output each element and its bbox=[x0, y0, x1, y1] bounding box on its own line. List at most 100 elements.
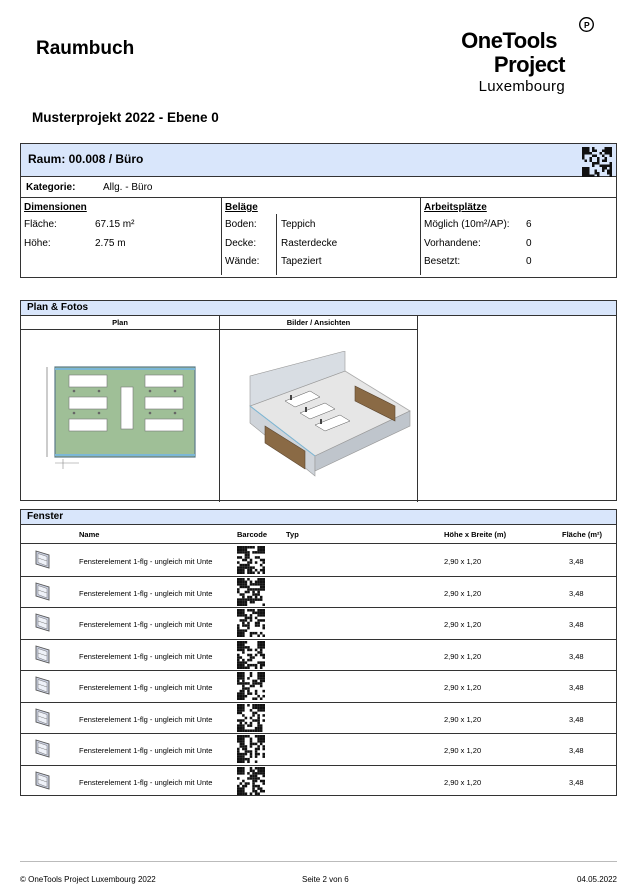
col-barcode: Barcode bbox=[237, 530, 268, 539]
arbeitsplaetze-heading: Arbeitsplätze bbox=[424, 202, 487, 213]
hoehe-value: 2.75 m bbox=[95, 238, 126, 249]
hoehe-label: Höhe: bbox=[24, 238, 51, 249]
fenster-table-body: Fensterelement 1-flg - ungleich mit Unte… bbox=[21, 544, 616, 796]
window-name: Fensterelement 1-flg - ungleich mit Unte bbox=[79, 620, 213, 629]
window-name: Fensterelement 1-flg - ungleich mit Unte bbox=[79, 588, 213, 598]
window-barcode-icon bbox=[237, 703, 265, 732]
col-flaeche: Fläche (m²) bbox=[562, 530, 603, 539]
table-row: Fensterelement 1-flg - ungleich mit Unte… bbox=[21, 639, 616, 671]
room-details: Dimensionen Fläche: 67.15 m² Höhe: 2.75 … bbox=[21, 198, 616, 275]
window-element-icon bbox=[35, 550, 50, 569]
belaege-column: Beläge Boden: Teppich Decke: Rasterdecke… bbox=[222, 198, 420, 275]
window-element-icon bbox=[35, 644, 50, 664]
boden-value: Teppich bbox=[281, 219, 316, 230]
window-barcode-icon bbox=[237, 640, 265, 669]
window-hoehe-breite: 2,90 x 1,20 bbox=[444, 557, 482, 566]
plan-fotos-panel: Plan & Fotos Plan Bilder / Ansichten bbox=[20, 300, 617, 502]
col-hoehe-breite: Höhe x Breite (m) bbox=[444, 530, 507, 539]
window-barcode-icon bbox=[237, 577, 265, 606]
room-3d-view-image bbox=[249, 351, 411, 477]
decke-value: Rasterdecke bbox=[281, 238, 338, 249]
moeglich-label: Möglich (10m²/AP): bbox=[424, 219, 510, 230]
window-hoehe-breite: 2,90 x 1,20 bbox=[444, 777, 482, 787]
window-element-icon bbox=[35, 613, 50, 632]
dimensionen-column: Dimensionen Fläche: 67.15 m² Höhe: 2.75 … bbox=[21, 198, 220, 275]
window-barcode-icon bbox=[237, 672, 265, 700]
flaeche-label: Fläche: bbox=[24, 219, 57, 230]
logo-line3: Luxembourg bbox=[478, 78, 565, 95]
window-flaeche: 3,48 bbox=[569, 714, 584, 724]
page-title: Raumbuch bbox=[36, 38, 135, 59]
room-panel: Raum: 00.008 / Büro Kategorie: Allg. - B… bbox=[20, 143, 617, 278]
kategorie-label: Kategorie: bbox=[26, 182, 76, 193]
window-element-icon bbox=[35, 770, 50, 790]
window-hoehe-breite: 2,90 x 1,20 bbox=[444, 651, 482, 661]
kategorie-value: Allg. - Büro bbox=[103, 182, 153, 193]
window-flaeche: 3,48 bbox=[569, 588, 584, 598]
footer-date: 04.05.2022 bbox=[576, 875, 617, 884]
window-name: Fensterelement 1-flg - ungleich mit Unte bbox=[79, 777, 213, 787]
floor-plan-image bbox=[46, 366, 196, 469]
window-hoehe-breite: 2,90 x 1,20 bbox=[444, 588, 482, 598]
logo-line1: OneTools bbox=[461, 28, 557, 53]
footer-copyright: © OneTools Project Luxembourg 2022 bbox=[20, 875, 156, 884]
table-row: Fensterelement 1-flg - ungleich mit Unte… bbox=[21, 576, 616, 608]
besetzt-value: 0 bbox=[526, 256, 532, 267]
plan-fotos-heading: Plan & Fotos bbox=[21, 301, 616, 316]
window-name: Fensterelement 1-flg - ungleich mit Unte bbox=[79, 746, 213, 755]
table-row: Fensterelement 1-flg - ungleich mit Unte… bbox=[21, 670, 616, 703]
waende-value: Tapeziert bbox=[281, 256, 322, 267]
window-name: Fensterelement 1-flg - ungleich mit Unte bbox=[79, 651, 213, 661]
moeglich-value: 6 bbox=[526, 219, 532, 230]
company-logo: P OneTools Project Luxembourg bbox=[445, 14, 595, 104]
fenster-table-header: Name Barcode Typ Höhe x Breite (m) Fläch… bbox=[21, 526, 616, 544]
col-typ: Typ bbox=[286, 530, 299, 539]
footer-page-number: Seite 2 von 6 bbox=[302, 875, 349, 884]
besetzt-label: Besetzt: bbox=[424, 256, 461, 267]
window-name: Fensterelement 1-flg - ungleich mit Unte bbox=[79, 557, 213, 566]
window-flaeche: 3,48 bbox=[569, 651, 584, 661]
window-flaeche: 3,48 bbox=[569, 620, 584, 629]
window-hoehe-breite: 2,90 x 1,20 bbox=[444, 620, 482, 629]
fenster-heading: Fenster bbox=[21, 510, 616, 525]
kategorie-row: Kategorie: Allg. - Büro bbox=[21, 177, 616, 198]
table-row: Fensterelement 1-flg - ungleich mit Unte… bbox=[21, 733, 616, 766]
window-barcode-icon bbox=[237, 609, 265, 637]
logo-mark-icon: P bbox=[579, 17, 594, 32]
window-hoehe-breite: 2,90 x 1,20 bbox=[444, 683, 482, 692]
window-element-icon bbox=[35, 676, 50, 695]
col-name: Name bbox=[79, 530, 100, 539]
flaeche-value: 67.15 m² bbox=[95, 219, 135, 230]
window-element-icon bbox=[35, 739, 50, 758]
decke-label: Decke: bbox=[225, 238, 257, 249]
logo-line2: Project bbox=[493, 52, 566, 77]
room-header: Raum: 00.008 / Büro bbox=[21, 144, 616, 177]
dimensionen-heading: Dimensionen bbox=[24, 202, 87, 213]
window-flaeche: 3,48 bbox=[569, 746, 584, 755]
arbeitsplaetze-column: Arbeitsplätze Möglich (10m²/AP): 6 Vorha… bbox=[421, 198, 617, 275]
window-flaeche: 3,48 bbox=[569, 777, 584, 787]
table-row: Fensterelement 1-flg - ungleich mit Unte… bbox=[21, 607, 616, 640]
boden-label: Boden: bbox=[225, 219, 257, 230]
table-row: Fensterelement 1-flg - ungleich mit Unte… bbox=[21, 544, 616, 577]
window-element-icon bbox=[35, 707, 50, 727]
table-row: Fensterelement 1-flg - ungleich mit Unte… bbox=[21, 765, 616, 797]
waende-label: Wände: bbox=[225, 256, 260, 267]
window-hoehe-breite: 2,90 x 1,20 bbox=[444, 746, 482, 755]
window-flaeche: 3,48 bbox=[569, 557, 584, 566]
belaege-heading: Beläge bbox=[225, 202, 258, 213]
vorhandene-value: 0 bbox=[526, 238, 532, 249]
project-subtitle: Musterprojekt 2022 - Ebene 0 bbox=[32, 110, 219, 125]
fenster-panel: Fenster Name Barcode Typ Höhe x Breite (… bbox=[20, 509, 617, 796]
window-element-icon bbox=[35, 581, 50, 601]
window-name: Fensterelement 1-flg - ungleich mit Unte bbox=[79, 714, 213, 724]
window-hoehe-breite: 2,90 x 1,20 bbox=[444, 714, 482, 724]
window-name: Fensterelement 1-flg - ungleich mit Unte bbox=[79, 683, 213, 692]
room-qr-code-icon bbox=[582, 147, 612, 177]
room-title: Raum: 00.008 / Büro bbox=[28, 152, 144, 166]
window-flaeche: 3,48 bbox=[569, 683, 584, 692]
table-row: Fensterelement 1-flg - ungleich mit Unte… bbox=[21, 702, 616, 734]
window-barcode-icon bbox=[237, 546, 265, 574]
svg-text:P: P bbox=[584, 20, 590, 30]
window-barcode-icon bbox=[237, 735, 265, 763]
